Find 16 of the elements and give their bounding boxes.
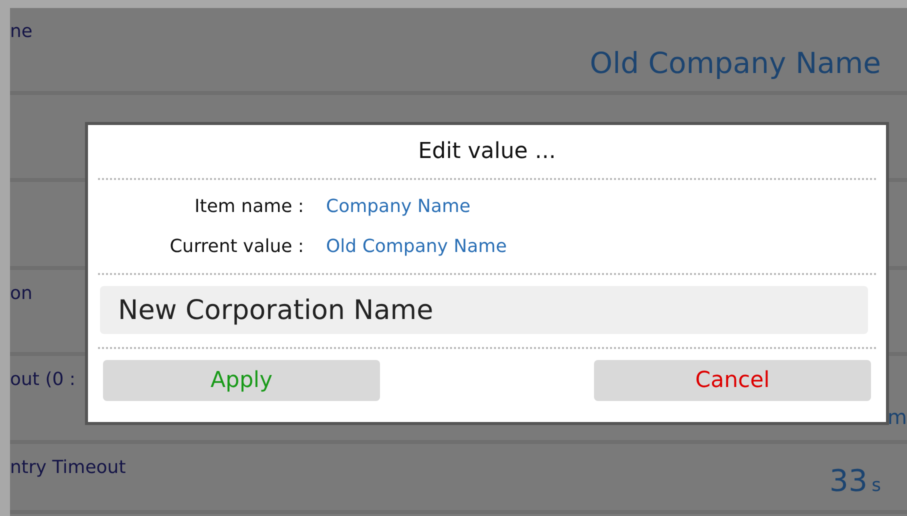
setting-value: m [888,404,907,431]
setting-value: 33 [829,463,868,501]
unit-label: s [872,474,881,498]
field-label: Current value : [168,235,304,259]
setting-label: ntry Timeout [10,456,126,480]
setting-value: Old Company Name [590,44,881,82]
cancel-button[interactable]: Cancel [594,360,871,401]
field-value: Old Company Name [326,235,507,259]
apply-button[interactable]: Apply [103,360,380,401]
field-label: Item name : [193,195,304,219]
setting-label: out (0 : [10,368,76,392]
dialog-title: Edit value ... [417,138,557,166]
setting-label: ne [10,20,32,44]
input-field[interactable]: New Corporation Name [100,286,868,334]
field-value: Company Name [326,195,470,219]
setting-label: on [10,282,32,306]
